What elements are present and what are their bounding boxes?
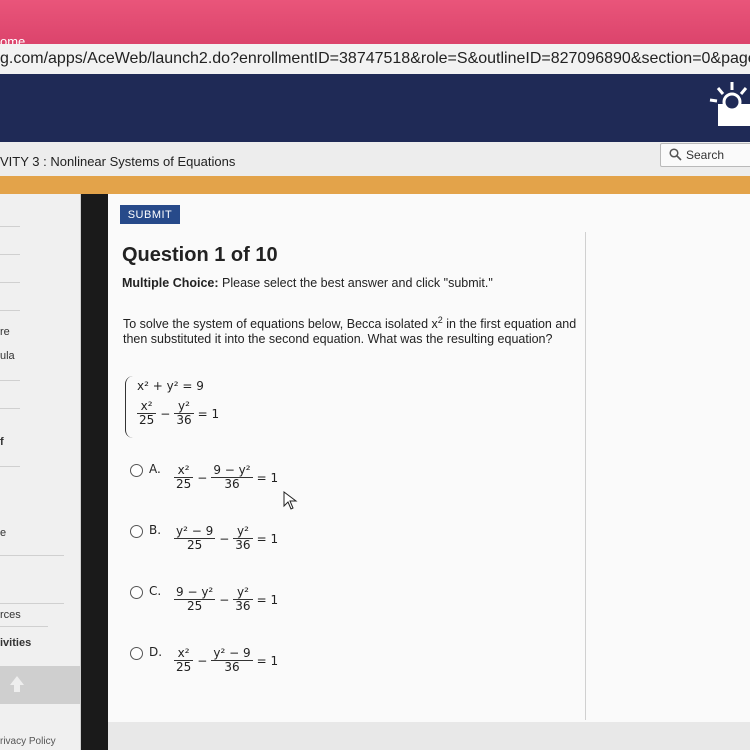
fraction-numerator: y² <box>174 400 194 414</box>
operator: − <box>219 531 230 546</box>
question-prompt: To solve the system of equations below, … <box>123 313 583 347</box>
privacy-policy-link[interactable]: rivacy Policy <box>0 736 56 747</box>
app-header <box>0 74 750 142</box>
fraction-numerator: 9 − y² <box>174 585 216 600</box>
radio-button[interactable] <box>130 586 143 599</box>
operator: = 1 <box>256 592 279 607</box>
sidebar-item-activities[interactable]: ivities <box>0 637 31 649</box>
fraction-numerator: y² <box>233 586 253 600</box>
operator: − <box>219 592 230 607</box>
fraction-numerator: x² <box>137 400 157 414</box>
submit-button[interactable]: SUBMIT <box>120 205 180 224</box>
fraction-denominator: 25 <box>186 599 203 613</box>
fraction-denominator: 36 <box>224 660 240 674</box>
activity-title: VITY 3 : Nonlinear Systems of Equations <box>0 154 236 169</box>
bottom-toolbar <box>108 722 750 750</box>
fraction-denominator: 25 <box>139 413 155 427</box>
mouse-cursor-icon <box>283 491 298 510</box>
fraction-denominator: 25 <box>186 538 203 552</box>
instruction: Multiple Choice: Please select the best … <box>122 276 493 290</box>
option-letter: A. <box>149 462 161 476</box>
fraction-denominator: 36 <box>176 413 192 427</box>
radio-button[interactable] <box>130 464 143 477</box>
option-equation: x² 25−9 − y² 36 = 1 <box>174 464 282 491</box>
section-divider <box>0 176 750 194</box>
equation-1: x² + y² = 9 <box>137 379 204 393</box>
operator: − <box>197 470 208 485</box>
fraction-numerator: y² − 9 <box>174 524 216 539</box>
question-title: Question 1 of 10 <box>122 244 278 266</box>
system-brace <box>125 376 134 438</box>
operator: = 1 <box>256 531 279 546</box>
sidebar-item[interactable]: re <box>0 326 10 338</box>
fraction-numerator: 9 − y² <box>211 463 253 478</box>
operator: = 1 <box>256 470 279 485</box>
operator: − <box>197 653 208 668</box>
sidebar-divider <box>0 603 64 604</box>
sidebar-divider <box>0 310 20 311</box>
equation-2: x² 25− y² 36 = 1 <box>137 400 223 427</box>
option-letter: D. <box>149 645 163 659</box>
instruction-text: Please select the best answer and click … <box>218 276 493 290</box>
sidebar-item-resources[interactable]: rces <box>0 609 21 621</box>
option-equation: y² − 9 25 − y² 36 = 1 <box>174 525 282 552</box>
radio-button[interactable] <box>130 647 143 660</box>
fraction-numerator: y² − 9 <box>211 646 253 661</box>
url-text[interactable]: g.com/apps/AceWeb/launch2.do?enrollmentI… <box>0 50 750 68</box>
sidebar-divider <box>0 466 20 467</box>
panel-divider <box>585 232 586 720</box>
fraction-numerator: x² <box>174 464 194 478</box>
option-equation: x² 25− y² − 9 36 = 1 <box>174 647 282 674</box>
logo-icon <box>709 82 750 126</box>
sidebar-divider <box>0 226 20 227</box>
search-button[interactable]: Search <box>660 143 750 167</box>
option-equation: 9 − y² 25 − y² 36 = 1 <box>174 586 282 613</box>
fraction-denominator: 25 <box>176 660 192 674</box>
activity-title-bar: VITY 3 : Nonlinear Systems of Equations <box>0 142 750 177</box>
sidebar-divider <box>0 380 20 381</box>
scroll-up-button[interactable] <box>0 666 80 704</box>
arrow-up-icon <box>10 676 24 692</box>
fraction-denominator: 36 <box>235 599 251 613</box>
search-label: Search <box>686 148 725 162</box>
sidebar-divider <box>0 626 48 627</box>
option-letter: C. <box>149 584 162 598</box>
fraction-numerator: x² <box>174 647 194 661</box>
sidebar-divider <box>0 282 20 283</box>
prompt-text: To solve the system of equations below, … <box>123 317 438 332</box>
fraction-denominator: 36 <box>224 477 240 491</box>
radio-button[interactable] <box>130 525 143 538</box>
operator: − <box>160 406 171 421</box>
address-bar[interactable]: g.com/apps/AceWeb/launch2.do?enrollmentI… <box>0 44 750 75</box>
operator: = 1 <box>197 406 220 421</box>
operator: = 1 <box>256 653 279 668</box>
fraction-numerator: y² <box>233 525 253 539</box>
sidebar-divider <box>0 555 64 556</box>
sidebar-divider <box>0 254 20 255</box>
fraction-denominator: 25 <box>176 477 192 491</box>
fraction-denominator: 36 <box>235 538 251 552</box>
option-letter: B. <box>149 523 162 537</box>
sidebar-item[interactable]: f <box>0 436 4 448</box>
sidebar-item[interactable]: e <box>0 527 6 539</box>
instruction-label: Multiple Choice: <box>122 276 219 290</box>
sidebar-divider <box>0 408 20 409</box>
sidebar-item[interactable]: ula <box>0 350 15 362</box>
search-icon <box>669 148 682 161</box>
